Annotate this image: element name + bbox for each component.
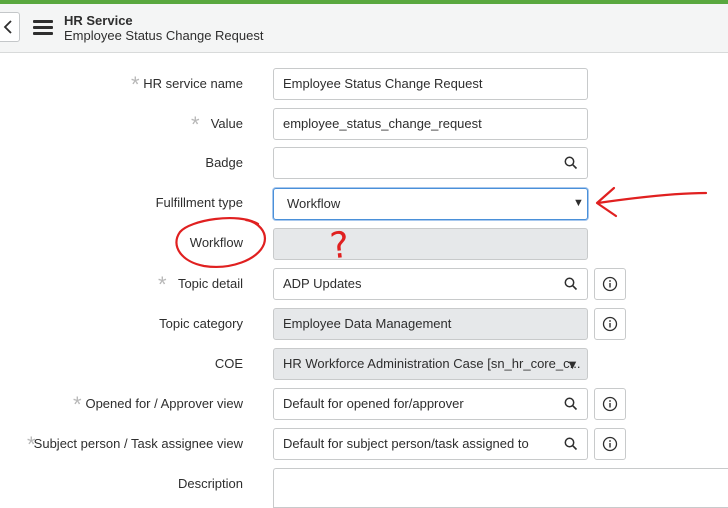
subject-person-view-lookup-button[interactable] <box>555 428 588 460</box>
subject-person-view-field[interactable]: Default for subject person/task assigned… <box>273 428 556 460</box>
search-icon <box>564 437 578 451</box>
badge-lookup-button[interactable] <box>555 147 588 179</box>
fulfillment-type-select[interactable]: Workflow <box>273 188 588 220</box>
value-field[interactable]: employee_status_change_request <box>273 108 588 140</box>
workflow-field[interactable] <box>273 228 588 260</box>
topic-category-field[interactable]: Employee Data Management <box>273 308 588 340</box>
info-icon <box>602 396 618 412</box>
red-arrow-shaft <box>596 191 708 205</box>
topic-category-label: Topic category <box>159 316 243 331</box>
fulfillment-type-label: Fulfillment type <box>155 195 243 210</box>
dropdown-caret-icon: ▼ <box>566 357 579 372</box>
topic-category-info-button[interactable] <box>594 308 626 340</box>
hamburger-menu-icon[interactable] <box>33 20 53 36</box>
subject-person-view-label: Subject person / Task assignee view <box>33 436 243 451</box>
search-icon <box>564 156 578 170</box>
topic-detail-field[interactable]: ADP Updates <box>273 268 556 300</box>
badge-field[interactable] <box>273 147 556 179</box>
header-title: HR Service <box>64 13 133 28</box>
topic-detail-label: Topic detail <box>177 276 243 291</box>
coe-label: COE <box>214 356 243 371</box>
coe-select[interactable]: HR Workforce Administration Case [sn_hr_… <box>273 348 588 380</box>
workflow-label: Workflow <box>189 235 243 250</box>
opened-for-view-field[interactable]: Default for opened for/approver <box>273 388 556 420</box>
opened-for-view-lookup-button[interactable] <box>555 388 588 420</box>
required-marker: * <box>158 272 167 297</box>
header-subtitle: Employee Status Change Request <box>64 28 264 43</box>
search-icon <box>564 397 578 411</box>
hr-service-name-label: HR service name <box>143 76 243 91</box>
red-arrow-head <box>595 186 618 218</box>
topic-detail-lookup-button[interactable] <box>555 268 588 300</box>
required-marker: * <box>191 112 200 137</box>
info-icon <box>602 316 618 332</box>
required-marker: * <box>131 72 140 97</box>
back-button[interactable] <box>0 12 20 42</box>
dropdown-caret-icon: ▼ <box>573 197 584 209</box>
description-textarea[interactable] <box>273 468 728 508</box>
value-label: Value <box>210 116 243 131</box>
badge-label: Badge <box>205 155 243 170</box>
info-icon <box>602 276 618 292</box>
chevron-left-icon <box>3 20 12 34</box>
opened-for-view-label: Opened for / Approver view <box>85 396 243 411</box>
search-icon <box>564 277 578 291</box>
info-icon <box>602 436 618 452</box>
hr-service-name-field[interactable]: Employee Status Change Request <box>273 68 588 100</box>
required-marker: * <box>73 392 82 417</box>
form-header: HR Service Employee Status Change Reques… <box>0 4 728 53</box>
description-label: Description <box>177 476 243 491</box>
topic-detail-info-button[interactable] <box>594 268 626 300</box>
subject-person-view-info-button[interactable] <box>594 428 626 460</box>
opened-for-view-info-button[interactable] <box>594 388 626 420</box>
